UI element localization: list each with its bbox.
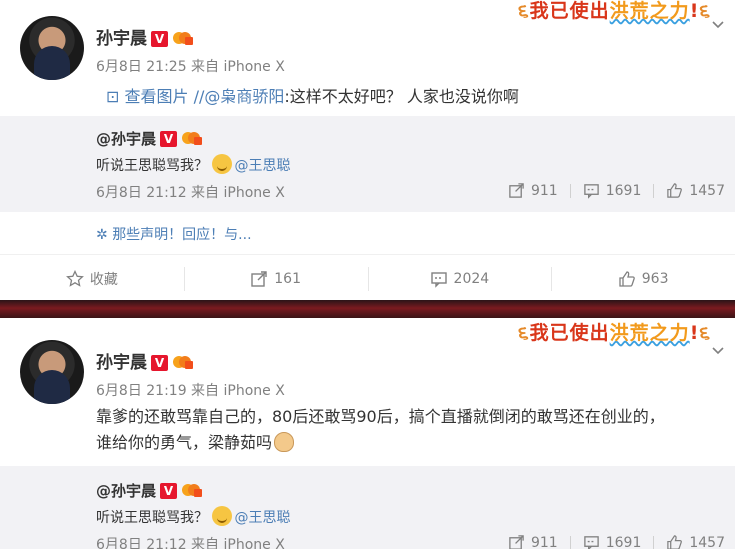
image-divider: [0, 300, 735, 318]
weibo-post-2: ૬我已使出洪荒之力!૬ 孙宇晨 V 6月8日 21:19 来自 iPhone X …: [0, 318, 735, 549]
thumbs-up-icon: [667, 535, 683, 549]
quoted-text: 听说王思聪骂我？ @王思聪: [96, 506, 290, 527]
quoted-post[interactable]: @孙宇晨 V 听说王思聪骂我？ @王思聪 6月8日 21:12 来自 iPhone…: [0, 116, 735, 212]
smile-emoji-icon: [212, 506, 233, 526]
quoted-username[interactable]: @孙宇晨 V: [96, 480, 203, 501]
level-badge-icon: [171, 353, 193, 369]
pinwheel-icon: ✲: [96, 227, 108, 243]
vip-badge: V: [160, 131, 178, 147]
pinned-topic-link[interactable]: ✲ 那些声明！回应！与...: [96, 224, 252, 244]
avatar[interactable]: [20, 16, 84, 80]
username[interactable]: 孙宇晨 V: [96, 348, 193, 373]
star-icon: [65, 269, 84, 287]
post-body: ⊡ 查看图片 //@枭商骄阳:这样不太好吧？ 人家也没说你啊: [106, 87, 519, 106]
quoted-comment-button[interactable]: 1691: [583, 182, 641, 199]
repost-icon: [509, 535, 524, 549]
post-meta[interactable]: 6月8日 21:25 来自 iPhone X: [96, 56, 285, 76]
comment-icon: [583, 184, 599, 199]
doge-emoji-icon: [274, 432, 295, 452]
banner-sticker: ૬我已使出洪荒之力!૬: [518, 0, 711, 22]
chevron-down-icon[interactable]: [711, 342, 725, 356]
image-icon: ⊡: [106, 87, 120, 106]
quoted-meta[interactable]: 6月8日 21:12 来自 iPhone X: [96, 182, 285, 202]
quoted-comment-button[interactable]: 1691: [583, 534, 641, 549]
repost-icon: [251, 270, 267, 287]
view-image-link[interactable]: ⊡ 查看图片: [106, 87, 189, 106]
quoted-like-button[interactable]: 1457: [666, 182, 725, 199]
smile-emoji-icon: [212, 154, 233, 174]
thumbs-up-icon: [619, 270, 635, 287]
quoted-stats: 911 1691 1457: [508, 534, 725, 549]
quoted-stats: 911 1691 1457: [508, 182, 725, 199]
quoted-post[interactable]: @孙宇晨 V 听说王思聪骂我？ @王思聪 6月8日 21:12 来自 iPhone…: [0, 466, 735, 549]
like-button[interactable]: 963: [551, 255, 735, 300]
mention-link[interactable]: @王思聪: [234, 158, 290, 174]
quoted-text: 听说王思聪骂我？ @王思聪: [96, 154, 290, 175]
quoted-meta[interactable]: 6月8日 21:12 来自 iPhone X: [96, 534, 285, 549]
post-meta[interactable]: 6月8日 21:19 来自 iPhone X: [96, 380, 285, 400]
quoted-username[interactable]: @孙宇晨 V: [96, 128, 203, 149]
repost-button[interactable]: 161: [183, 255, 368, 300]
thumbs-up-icon: [667, 183, 683, 198]
comment-button[interactable]: 2024: [367, 255, 552, 300]
post-body: 靠爹的还敢骂靠自己的，80后还敢骂90后，搞个直播就倒闭的敢骂还在创业的， 谁给…: [96, 407, 665, 452]
quoted-repost-button[interactable]: 911: [508, 182, 558, 199]
repost-icon: [509, 183, 524, 198]
mention-link[interactable]: @王思聪: [234, 510, 290, 526]
mention-link[interactable]: @枭商骄阳: [204, 87, 284, 106]
favorite-button[interactable]: 收藏: [0, 255, 184, 300]
level-badge-icon: [180, 129, 203, 145]
vip-badge: V: [160, 483, 178, 499]
action-bar: 收藏 161 2024 963: [0, 254, 735, 300]
comment-icon: [430, 271, 447, 288]
weibo-post-1: ૬我已使出洪荒之力!૬ 孙宇晨 V 6月8日 21:25 来自 iPhone X …: [0, 0, 735, 300]
banner-sticker: ૬我已使出洪荒之力!૬: [518, 322, 711, 344]
level-badge-icon: [171, 29, 193, 45]
comment-icon: [583, 536, 599, 549]
avatar[interactable]: [20, 340, 84, 404]
username[interactable]: 孙宇晨 V: [96, 24, 193, 49]
quoted-like-button[interactable]: 1457: [666, 534, 725, 549]
vip-badge: V: [151, 355, 168, 371]
level-badge-icon: [180, 481, 203, 497]
vip-badge: V: [151, 31, 168, 47]
chevron-down-icon[interactable]: [711, 16, 725, 30]
quoted-repost-button[interactable]: 911: [508, 534, 558, 549]
